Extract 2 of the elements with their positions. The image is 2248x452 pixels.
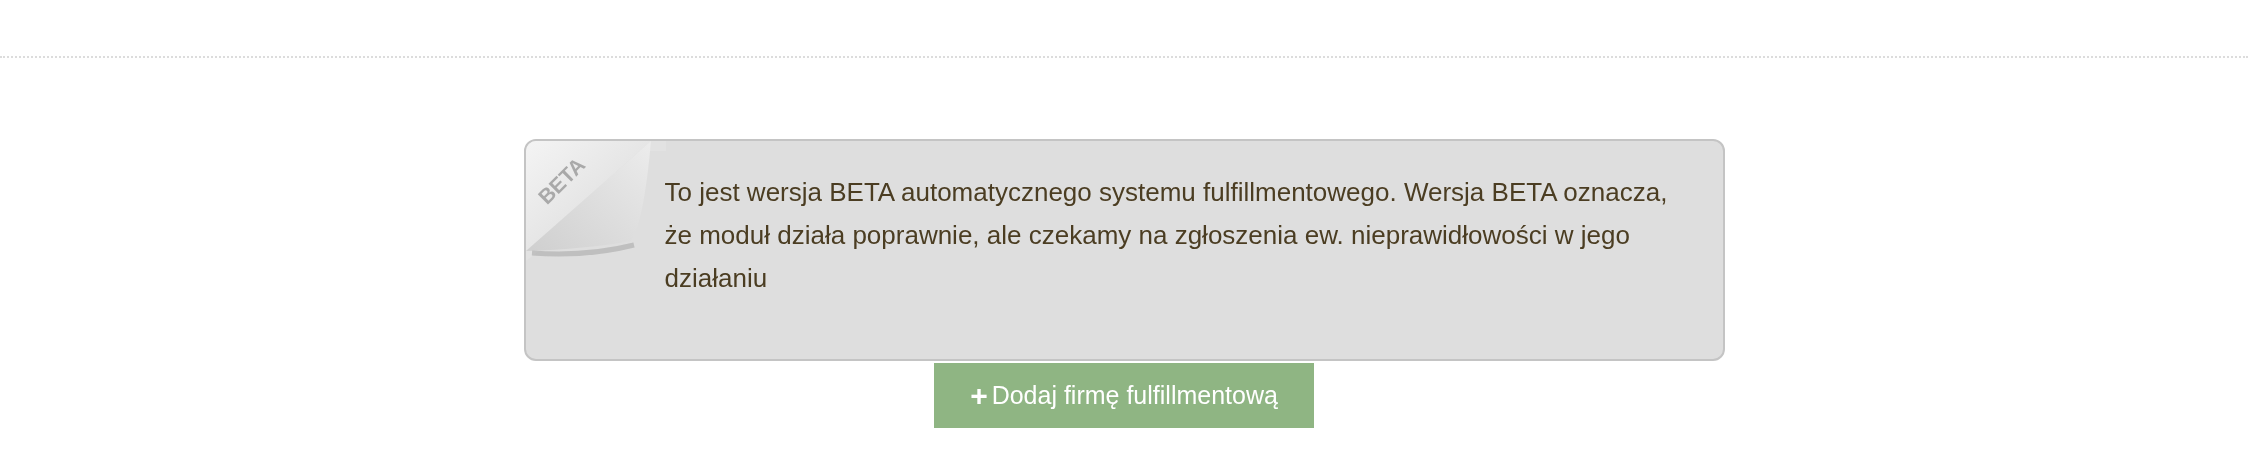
notice-text: To jest wersja BETA automatycznego systemu fulfillmentowego. Wersja BETA oznacza, że moduł działa poprawnie, ale czekamy na zgłoszenia ew. nieprawidłowości w jego działaniu (664, 176, 1669, 295)
add-company-button[interactable]: +Dodaj firmę fulfillmentową (934, 363, 1314, 428)
